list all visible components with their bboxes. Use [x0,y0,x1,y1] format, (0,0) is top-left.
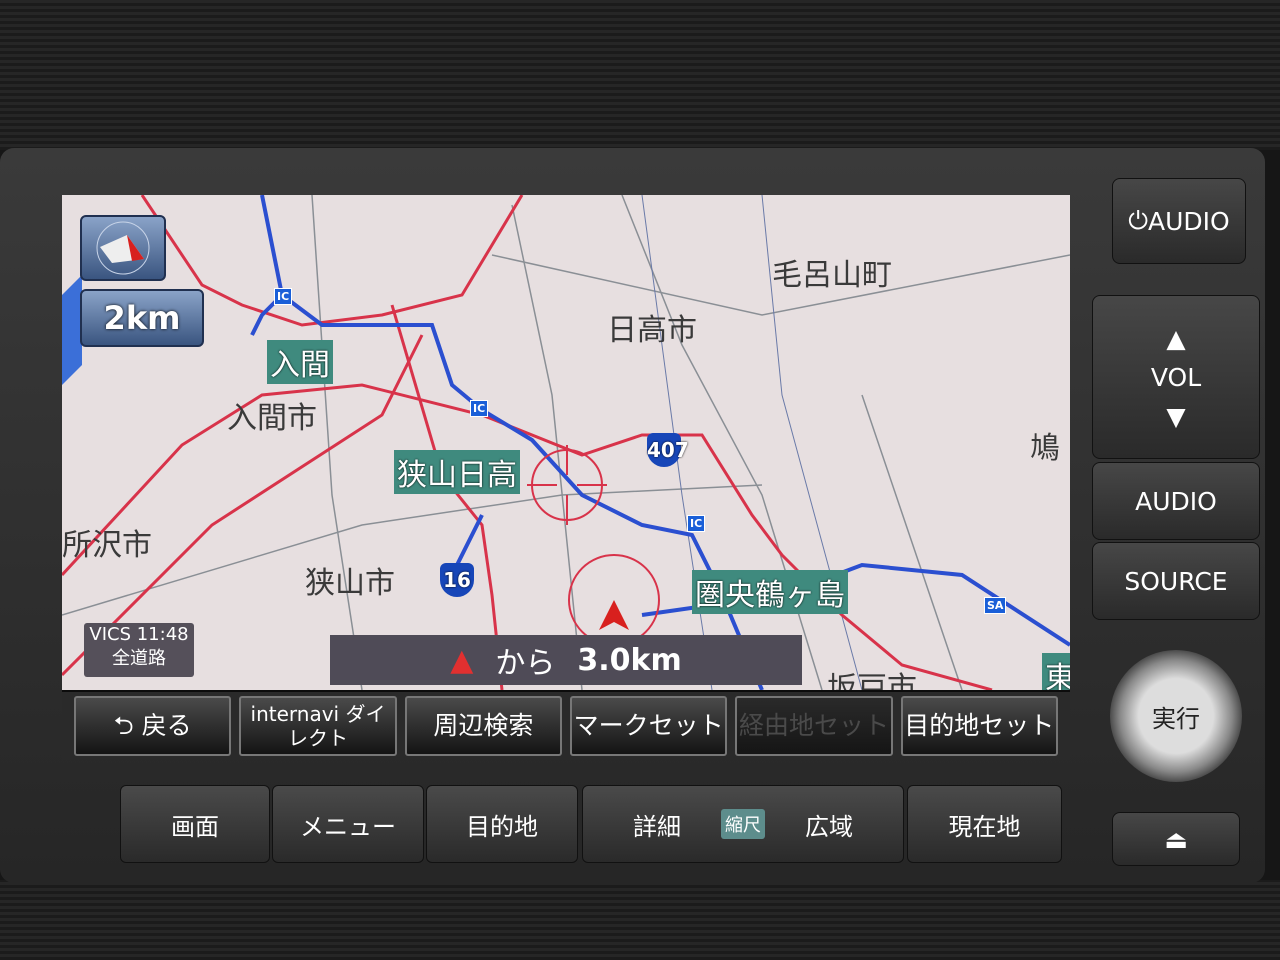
route-shield: 407 [647,433,689,467]
ic-label: 狭山日高 [394,450,520,494]
compass-icon [96,221,150,275]
power-icon: ⏻ [1128,206,1149,235]
destination-button[interactable]: 目的地 [426,785,578,863]
place-label: 毛呂山町 [772,258,892,293]
back-button[interactable]: ⮌ 戻る [74,696,232,756]
wide-button[interactable]: 広域 [805,807,853,842]
distance-from: から [495,646,556,681]
place-label: 鳩 [1030,431,1060,466]
ic-label: 圏央鶴ヶ島 [692,570,848,614]
nearby-search-button[interactable]: 周辺検索 [404,696,562,756]
ic-badge: IC [470,400,489,417]
screen-button[interactable]: 画面 [120,785,270,863]
back-arrow-icon: ⮌ [113,711,134,740]
dashboard-trim-top [0,0,1280,150]
softkey-bar: ⮌ 戻る internavi ダイレクト 周辺検索 マークセット 経由地セット 目… [62,692,1070,760]
internavi-direct-button[interactable]: internavi ダイレクト [239,696,397,756]
ic-label: 入間 [267,340,333,384]
compass-button[interactable] [80,215,166,281]
source-button[interactable]: SOURCE [1092,542,1260,620]
cursor-crosshair [527,445,607,525]
route-shield: 16 [440,563,474,597]
vehicle-arrow-icon: ▲ [450,642,474,678]
volume-rocker[interactable]: ▲ VOL ▼ [1092,295,1260,459]
ic-badge: IC [274,288,293,305]
eject-button[interactable]: ⏏ [1112,812,1240,866]
place-label: 入間市 [227,401,317,436]
sa-badge: SA [984,597,1007,614]
mark-set-button[interactable]: マークセット [569,696,728,756]
place-label: 日高市 [607,313,697,348]
dashboard-trim-bottom [0,880,1280,960]
volume-up-icon[interactable]: ▲ [1166,324,1185,353]
place-label: 狭山市 [305,566,395,601]
audio-power-button[interactable]: ⏻ AUDIO [1112,178,1246,264]
audio-button[interactable]: AUDIO [1092,462,1260,540]
scale-badge: 縮尺 [721,809,765,839]
place-label: 東 [1042,653,1070,690]
vics-mode: 全道路 [112,648,166,669]
place-label: 所沢市 [62,528,152,563]
volume-down-icon[interactable]: ▼ [1166,402,1185,431]
enter-knob[interactable]: 実行 [1110,650,1242,782]
back-label: 戻る [141,711,192,740]
vol-label: VOL [1150,362,1202,392]
current-location-button[interactable]: 現在地 [907,785,1062,863]
scale-button[interactable]: 2km [80,289,204,347]
map-view[interactable]: 毛呂山町 日高市 入間市 所沢市 狭山市 坂戸市 鳩 東 入間 狭山日高 圏央鶴… [62,195,1070,690]
ic-badge: IC [687,515,706,532]
place-label: 坂戸市 [827,671,917,690]
vics-time: VICS 11:48 [89,624,189,645]
distance-value: 3.0km [577,642,682,678]
destination-set-button[interactable]: 目的地セット [900,696,1058,756]
distance-banner: ▲ から 3.0km [330,635,802,685]
nav-screen: 毛呂山町 日高市 入間市 所沢市 狭山市 坂戸市 鳩 東 入間 狭山日高 圏央鶴… [62,195,1070,760]
waypoint-set-button[interactable]: 経由地セット [735,696,893,756]
vehicle-arrow-icon [599,600,629,630]
detail-button[interactable]: 詳細 [633,807,681,842]
audio-power-label: AUDIO [1148,206,1230,236]
menu-button[interactable]: メニュー [272,785,424,863]
road-network [62,195,1070,690]
eject-icon: ⏏ [1164,824,1188,854]
zoom-rocker[interactable]: 詳細 縮尺 広域 [582,785,904,863]
vics-status[interactable]: VICS 11:48 全道路 [84,623,194,677]
